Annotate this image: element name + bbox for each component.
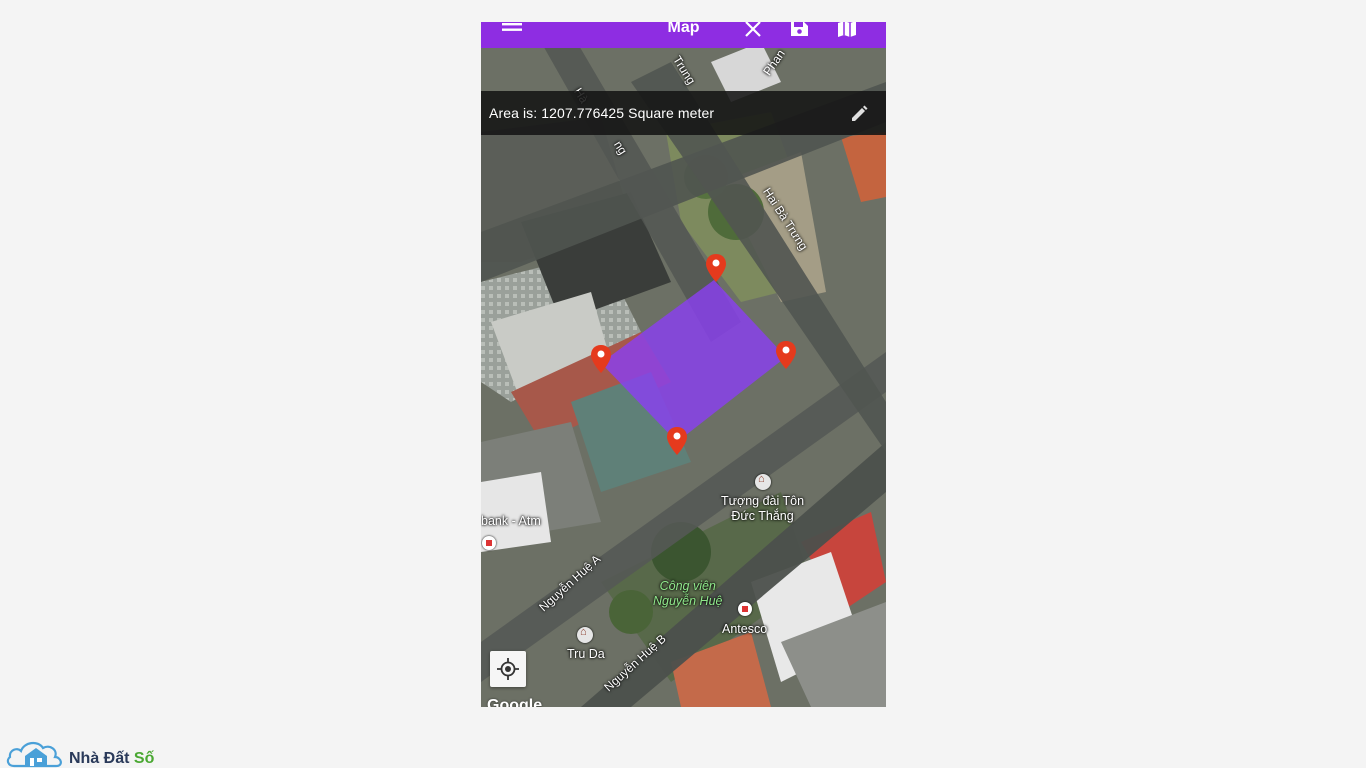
place-label-monument[interactable]: Tượng đài Tôn Đức Thắng xyxy=(721,494,804,524)
place-label-park[interactable]: Công viên Nguyễn Huệ xyxy=(653,579,723,609)
bank-icon[interactable] xyxy=(482,536,496,550)
google-attribution: Google xyxy=(487,697,543,707)
park-label-line2: Nguyễn Huệ xyxy=(653,594,723,608)
area-info-bar: Area is: 1207.776425 Square meter xyxy=(481,91,886,135)
map-icon[interactable] xyxy=(835,22,859,40)
park-label-line1: Công viên xyxy=(659,579,716,593)
my-location-button[interactable] xyxy=(490,651,526,687)
monument-label-line2: Đức Thắng xyxy=(731,509,794,523)
place-label-bank[interactable]: bank - Atm xyxy=(481,514,541,528)
monument-label-line1: Tượng đài Tôn xyxy=(721,494,805,508)
monument-icon[interactable] xyxy=(755,473,771,490)
shop-icon[interactable] xyxy=(738,602,752,616)
map-marker-3[interactable] xyxy=(667,427,687,455)
my-location-icon xyxy=(497,658,519,680)
monument-icon-tru-da[interactable] xyxy=(577,626,593,643)
brand-name-part2: Số xyxy=(133,750,155,767)
pencil-icon[interactable] xyxy=(850,105,868,123)
area-text: Area is: 1207.776425 Square meter xyxy=(489,105,714,121)
brand-name: Nhà Đất Số xyxy=(69,750,154,768)
close-icon[interactable] xyxy=(741,22,765,41)
save-icon[interactable] xyxy=(787,22,811,40)
area-value: 1207.776425 xyxy=(541,105,625,121)
place-label-antesco[interactable]: Antesco xyxy=(722,622,767,636)
area-label: Area is: xyxy=(489,105,538,121)
phone-screen: Hai Bà Trưng Nguyễn Huệ A Nguyễn Huệ B T… xyxy=(481,22,886,707)
brand-logo: Nhà Đất Số xyxy=(6,732,166,768)
map-marker-1[interactable] xyxy=(706,254,726,282)
map-marker-4[interactable] xyxy=(591,345,611,373)
house-cloud-icon xyxy=(6,741,62,768)
app-bar: Map xyxy=(481,22,886,48)
area-unit: Square meter xyxy=(628,105,715,121)
place-label-tru-da[interactable]: Tru Da xyxy=(567,647,605,661)
brand-name-part1: Nhà Đất xyxy=(69,750,130,767)
map-marker-2[interactable] xyxy=(776,341,796,369)
app-title: Map xyxy=(667,22,700,36)
